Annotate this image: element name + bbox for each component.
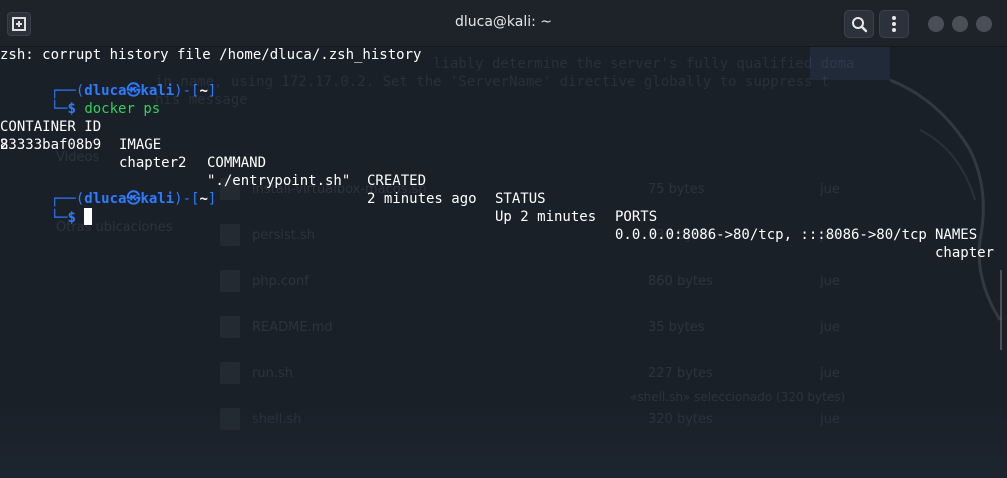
cell-created: 2 minutes ago — [367, 191, 477, 207]
prompt-corner: └─ — [50, 210, 68, 226]
cell-names: chapter — [935, 245, 995, 261]
cell-ports: 0.0.0.0:8086->80/tcp, :::8086->80/tcp — [615, 227, 927, 243]
search-icon — [852, 17, 868, 33]
prompt-bracket-end: ] — [207, 191, 217, 207]
kebab-menu-icon — [892, 16, 896, 32]
history-warning: zsh: corrupt history file /home/dluca/.z… — [0, 47, 422, 63]
header-status: STATUS — [495, 191, 546, 207]
header-ports: PORTS — [615, 209, 658, 225]
prompt-path: ~ — [199, 191, 208, 207]
cell-command: "./entrypoint.sh" — [207, 173, 351, 189]
command-line: └─$ docker ps — [0, 82, 161, 117]
header-image: IMAGE — [119, 137, 162, 153]
maximize-button[interactable] — [952, 16, 968, 32]
title-bar: dluca@kali: ~ — [0, 0, 1007, 47]
table-row-wrap: 2 — [0, 137, 9, 153]
prompt-path: ~ — [199, 83, 208, 99]
close-button[interactable] — [976, 16, 992, 32]
text-cursor — [84, 208, 93, 225]
header-names: NAMES — [935, 227, 978, 243]
header-created: CREATED — [367, 173, 427, 189]
table-header: CONTAINER ID IMAGE COMMAND CREATED STATU… — [0, 100, 1007, 243]
prompt-line: ┌──(dluca㉿kali)-[~] — [0, 64, 217, 99]
prompt-bracket: )-[ — [174, 191, 200, 207]
terminal-output[interactable]: zsh: corrupt history file /home/dluca/.z… — [0, 46, 1007, 478]
command-line: └─$ — [0, 190, 93, 226]
cell-status: Up 2 minutes — [495, 209, 597, 225]
header-command: COMMAND — [207, 155, 267, 171]
prompt-bracket: )-[ — [174, 83, 200, 99]
terminal-window: liably determine the server's fully qual… — [0, 0, 1007, 478]
prompt-line: ┌──(dluca㉿kali)-[~] — [0, 172, 217, 207]
search-button[interactable] — [844, 10, 874, 38]
table-row: 83333baf08b9 chapter2 "./entrypoint.sh" … — [0, 118, 1007, 261]
prompt-bracket-end: ] — [207, 83, 217, 99]
cell-container-id: 83333baf08b9 — [0, 137, 102, 153]
prompt-user-host: dluca㉿kali — [84, 191, 175, 207]
menu-button[interactable] — [879, 10, 909, 38]
prompt-dollar: $ — [67, 210, 76, 226]
minimize-button[interactable] — [928, 16, 944, 32]
cell-image: chapter2 — [119, 155, 187, 171]
